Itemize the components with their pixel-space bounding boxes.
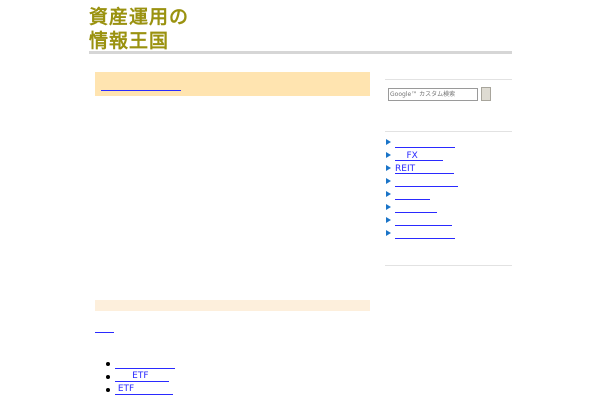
arrow-right-icon (386, 139, 391, 145)
list-item: ETF (106, 371, 175, 384)
banner-link[interactable] (101, 80, 181, 91)
arrow-right-icon (386, 204, 391, 210)
sidebar-divider-bottom (385, 265, 512, 266)
list-item: ETF (106, 384, 175, 397)
list-item (106, 358, 175, 371)
sidebar-link[interactable] (395, 216, 452, 226)
site-title-line-1: 資産運用の (89, 6, 190, 28)
section-link[interactable] (95, 322, 114, 333)
sidebar-link[interactable]: FX (395, 151, 443, 161)
sidebar-item (386, 138, 458, 151)
related-links-list: ETF ETF (106, 358, 175, 397)
sidebar-item (386, 216, 458, 229)
arrow-right-icon (386, 165, 391, 171)
sidebar-link[interactable]: REIT (395, 164, 454, 174)
sidebar-link[interactable] (395, 229, 455, 239)
sidebar-item (386, 203, 458, 216)
sidebar-links: FX REIT (386, 138, 458, 242)
section-bar (95, 300, 370, 311)
sidebar-item: FX (386, 151, 458, 164)
sidebar-link[interactable] (395, 138, 455, 148)
sidebar-link[interactable] (395, 203, 437, 213)
sidebar-divider-top (385, 79, 512, 80)
arrow-right-icon (386, 230, 391, 236)
list-item-link[interactable] (115, 358, 175, 369)
sidebar-item (386, 229, 458, 242)
sidebar-divider-middle (385, 131, 512, 132)
sidebar-link[interactable] (395, 177, 458, 187)
sidebar-link[interactable] (395, 190, 430, 200)
sidebar-item (386, 190, 458, 203)
arrow-right-icon (386, 178, 391, 184)
header-divider (89, 51, 512, 54)
sidebar-item: REIT (386, 164, 458, 177)
arrow-right-icon (386, 217, 391, 223)
arrow-right-icon (386, 152, 391, 158)
list-item-link[interactable]: ETF (115, 384, 173, 395)
arrow-right-icon (386, 191, 391, 197)
site-title-line-2: 情報王国 (89, 30, 170, 52)
site-title[interactable]: 資産運用の 情報王国 (89, 5, 189, 53)
search-input[interactable] (388, 88, 478, 101)
search-button[interactable] (481, 87, 491, 101)
list-item-link[interactable]: ETF (115, 371, 169, 382)
main-banner (95, 72, 370, 96)
sidebar-item (386, 177, 458, 190)
